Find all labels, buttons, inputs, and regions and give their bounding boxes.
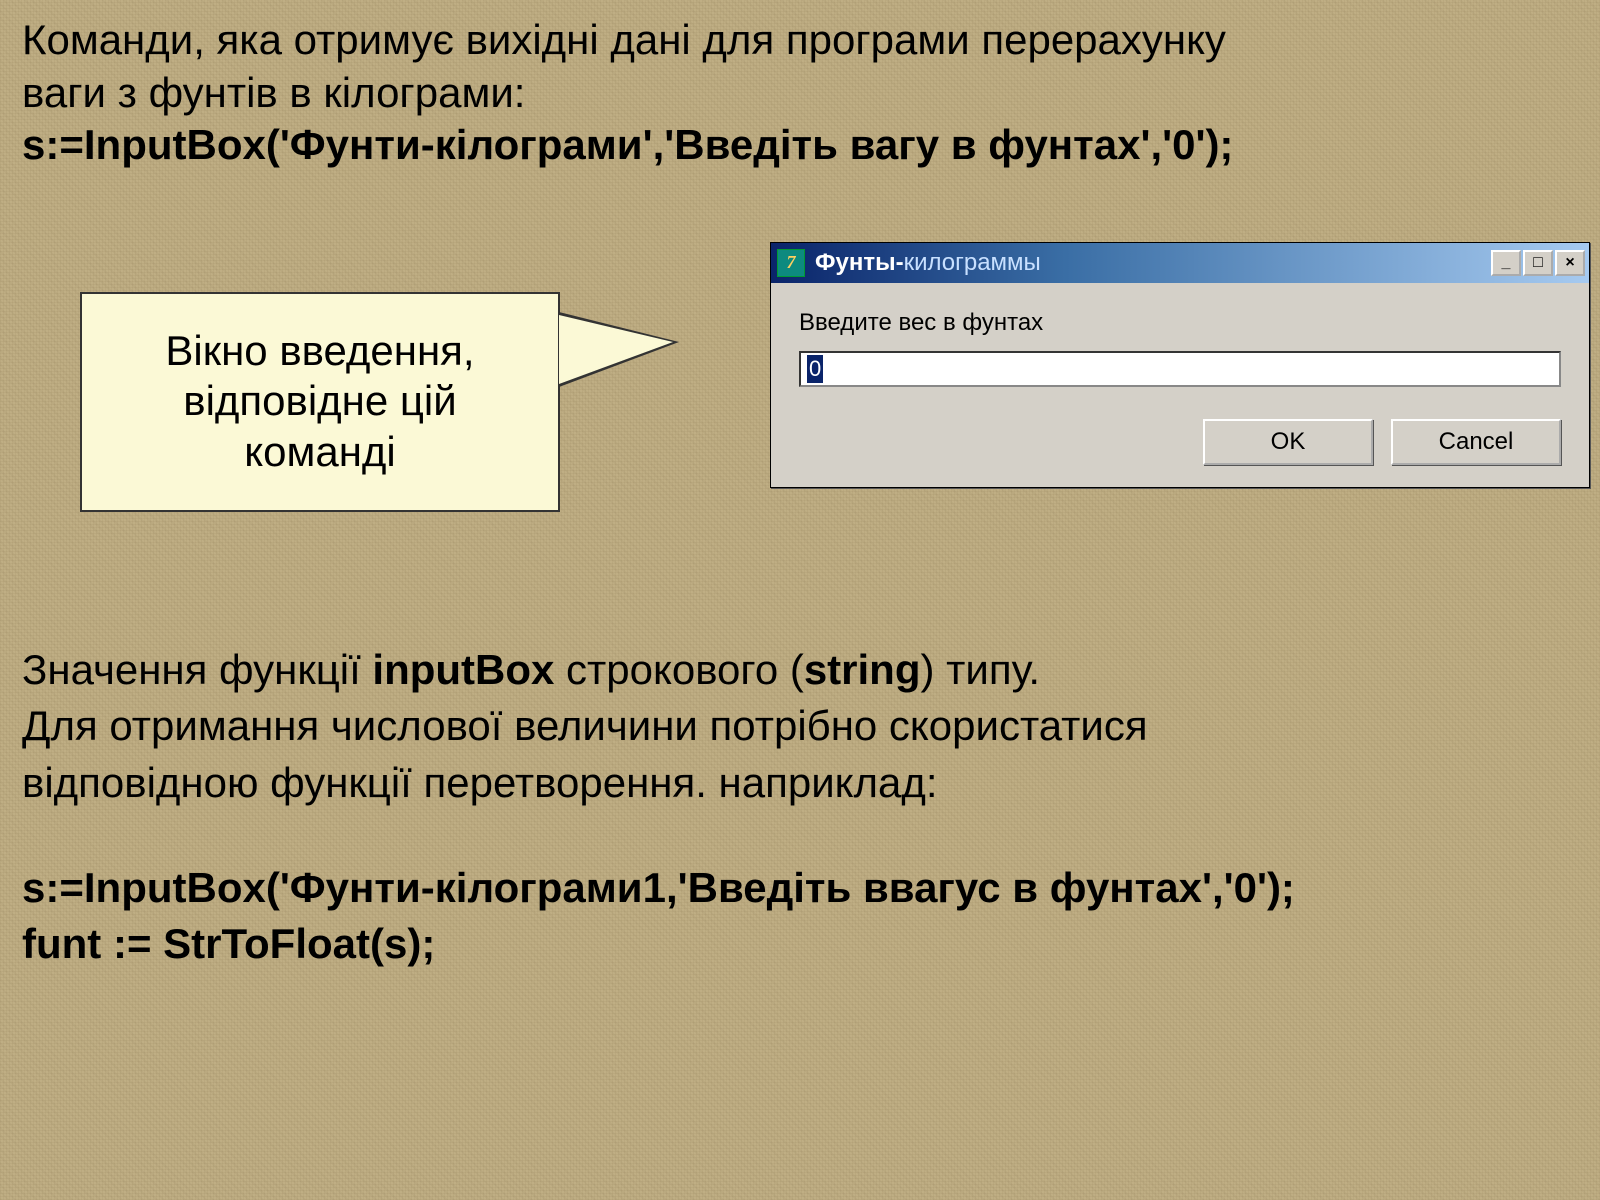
minimize-button[interactable]: _ [1491, 250, 1521, 276]
cancel-button[interactable]: Cancel [1391, 419, 1561, 465]
title-part1: Фунты- [815, 249, 904, 276]
delphi-icon: 7 [777, 249, 805, 277]
dialog-title: Фунты-килограммы [815, 249, 1491, 277]
minimize-icon: _ [1502, 254, 1511, 272]
inputbox-dialog: 7 Фунты-килограммы _ □ × Введите вес в ф… [770, 242, 1590, 488]
explanation-paragraph: Значення функції inputBox строкового (st… [22, 642, 1578, 812]
p2-d: string [804, 646, 921, 693]
callout-box: Вікно введення, відповідне цій команді [80, 292, 560, 512]
intro-line1: Команди, яка отримує вихідні дані для пр… [22, 16, 1226, 63]
p2-line2: Для отримання числової величини потрібно… [22, 702, 1148, 749]
close-icon: × [1565, 254, 1574, 272]
code2-line2: funt := StrToFloat(s); [22, 920, 435, 967]
code-line-1: s:=InputBox('Фунти-кілограми','Введіть в… [22, 119, 1578, 172]
intro-line2: ваги з фунтів в кілограми: [22, 69, 525, 116]
title-part2: килограммы [904, 249, 1041, 276]
maximize-icon: □ [1533, 254, 1543, 272]
code2-line1: s:=InputBox('Фунти-кілограми1,'Введіть в… [22, 864, 1295, 911]
input-value: 0 [807, 355, 823, 383]
dialog-input[interactable]: 0 [799, 351, 1561, 387]
p2-a: Значення функції [22, 646, 372, 693]
ok-label: OK [1271, 428, 1306, 456]
intro-text: Команди, яка отримує вихідні дані для пр… [22, 14, 1578, 119]
callout-line1: Вікно введення, [165, 327, 474, 374]
p2-e: ) типу. [921, 646, 1041, 693]
ok-button[interactable]: OK [1203, 419, 1373, 465]
p2-b: inputBox [372, 646, 554, 693]
maximize-button[interactable]: □ [1523, 250, 1553, 276]
dialog-titlebar[interactable]: 7 Фунты-килограммы _ □ × [771, 243, 1589, 283]
close-button[interactable]: × [1555, 250, 1585, 276]
code-block-2: s:=InputBox('Фунти-кілограми1,'Введіть в… [22, 860, 1578, 973]
callout-line2: відповідне цій [183, 377, 456, 424]
p2-c: строкового ( [554, 646, 803, 693]
p2-line3: відповідною функції перетворення. наприк… [22, 759, 938, 806]
callout-pointer [559, 312, 679, 387]
callout-line3: команді [244, 428, 395, 475]
cancel-label: Cancel [1439, 428, 1514, 456]
dialog-prompt: Введите вес в фунтах [799, 309, 1561, 337]
